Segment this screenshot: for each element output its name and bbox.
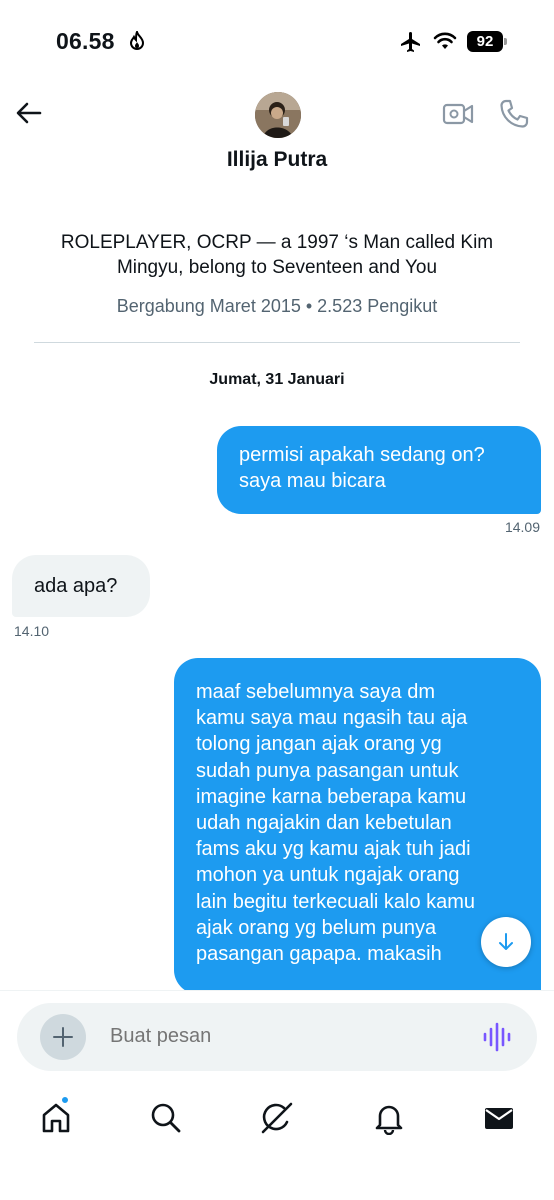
bio-line: ROLEPLAYER, OCRP — a 1997 ‘s Man called … [60, 232, 494, 253]
nav-messages[interactable] [479, 1098, 519, 1138]
wifi-icon [433, 32, 457, 49]
phone-call-icon[interactable] [498, 98, 530, 130]
nav-notifications[interactable] [369, 1098, 409, 1138]
notification-dot [60, 1095, 70, 1105]
plus-icon [53, 1027, 73, 1047]
add-media-button[interactable] [40, 1014, 86, 1060]
avatar-image [255, 92, 301, 138]
message-input[interactable] [110, 1025, 460, 1048]
battery-level: 92 [467, 31, 503, 52]
search-icon [151, 1103, 181, 1133]
nav-search[interactable] [146, 1098, 186, 1138]
notifications-icon [375, 1105, 403, 1135]
message-line: permisi apakah sedang on? [239, 444, 485, 466]
airplane-icon [401, 32, 420, 52]
message-line: tolong jangan ajak orang yg [196, 733, 442, 756]
flame-icon [129, 31, 145, 50]
message-line: maaf sebelumnya saya dm [196, 681, 436, 703]
status-time: 06.58 [56, 28, 115, 54]
message-line: ajak orang yg belum punya [196, 916, 437, 939]
nav-home[interactable] [36, 1098, 76, 1138]
voice-message-icon[interactable] [481, 1020, 513, 1054]
message-line: pasangan gapapa. makasih [196, 943, 442, 966]
message-line: saya mau bicara [239, 470, 386, 493]
conversation-title: Illija Putra [226, 148, 328, 171]
battery-indicator: 92 [467, 31, 507, 52]
message-bubble-sent[interactable]: permisi apakah sedang on? saya mau bicar… [217, 426, 541, 514]
status-bar: 06.58 92 [0, 0, 554, 84]
message-timestamp: 14.10 [14, 623, 50, 639]
message-line: mohon ya untuk ngajak orang [196, 864, 460, 887]
message-line: lain begitu terkecuali kalo kamu [196, 890, 476, 913]
message-line: ada apa? [34, 575, 118, 597]
battery-tip [504, 38, 507, 45]
message-line: imagine karna beberapa kamu [196, 785, 467, 808]
message-bubble-received[interactable]: ada apa? [12, 555, 150, 617]
message-line: sudah punya pasangan untuk [196, 759, 459, 782]
profile-bio: ROLEPLAYER, OCRP — a 1997 ‘s Man called … [30, 230, 524, 280]
bio-line: Mingyu, belong to Seventeen and You [116, 257, 438, 278]
message-line: fams aku yg kamu ajak tuh jadi [196, 838, 471, 861]
messages-icon [485, 1108, 513, 1129]
nav-grok[interactable] [257, 1098, 297, 1138]
grok-icon [261, 1102, 293, 1134]
video-call-icon[interactable] [442, 100, 474, 128]
arrow-down-icon [499, 933, 513, 950]
profile-meta: Bergabung Maret 2015 • 2.523 Pengikut [116, 296, 438, 316]
avatar[interactable] [255, 92, 301, 138]
message-line: kamu saya mau ngasih tau aja [196, 707, 468, 730]
message-timestamp: 14.09 [504, 519, 540, 535]
back-arrow-icon[interactable] [12, 96, 46, 130]
date-separator: Jumat, 31 Januari [209, 371, 345, 388]
divider [34, 342, 520, 343]
message-line: udah ngajakin dan kebetulan [196, 812, 452, 835]
home-icon [42, 1103, 70, 1133]
scroll-to-bottom-button[interactable] [481, 917, 531, 967]
